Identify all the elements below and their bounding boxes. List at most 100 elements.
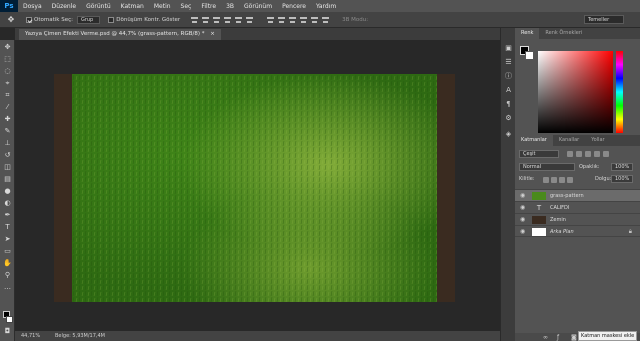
- lock-transparent-icon[interactable]: [543, 177, 549, 183]
- layer-arka-plan[interactable]: ◉ Arka Plan 🔒︎: [515, 225, 640, 237]
- healing-brush-tool-icon[interactable]: ✚: [2, 115, 13, 124]
- background-color-swatch[interactable]: [6, 316, 13, 323]
- soil-strip-left: [54, 74, 72, 302]
- opacity-input[interactable]: 100%: [611, 163, 633, 171]
- distribute-left-icon[interactable]: [299, 16, 308, 24]
- menu-3b[interactable]: 3B: [221, 3, 239, 10]
- move-tool-icon[interactable]: ✥: [4, 15, 18, 25]
- document-info[interactable]: Belge: 5,93M/17,4M: [49, 333, 105, 339]
- rectangle-tool-icon[interactable]: ▭: [2, 247, 13, 256]
- eyedropper-tool-icon[interactable]: ⁄: [2, 103, 13, 112]
- align-top-icon[interactable]: [190, 16, 199, 24]
- move-tool-icon[interactable]: ✥: [2, 43, 13, 52]
- layers-panel: Katmanlar Kanallar Yollar Çeşit Normal O…: [515, 135, 640, 341]
- brush-tool-icon[interactable]: ✎: [2, 127, 13, 136]
- dodge-tool-icon[interactable]: ◐: [2, 199, 13, 208]
- hue-slider[interactable]: [616, 51, 623, 133]
- menu-dosya[interactable]: Dosya: [18, 3, 47, 10]
- menu-yardim[interactable]: Yardım: [311, 3, 341, 10]
- filter-adjustment-icon[interactable]: [576, 151, 582, 157]
- link-layers-icon[interactable]: ∞: [543, 334, 548, 341]
- quick-select-tool-icon[interactable]: ⌖: [2, 79, 13, 88]
- path-select-tool-icon[interactable]: ➤: [2, 235, 13, 244]
- character-icon[interactable]: A: [504, 86, 513, 94]
- zoom-tool-icon[interactable]: ⚲: [2, 271, 13, 280]
- eraser-tool-icon[interactable]: ◫: [2, 163, 13, 172]
- distribute-vcenter-icon[interactable]: [277, 16, 286, 24]
- lock-position-icon[interactable]: [559, 177, 565, 183]
- pen-tool-icon[interactable]: ✒: [2, 211, 13, 220]
- filter-pixel-icon[interactable]: [567, 151, 573, 157]
- menu-gorunum[interactable]: Görünüm: [239, 3, 277, 10]
- canvas-area[interactable]: [15, 40, 500, 331]
- layer-grass-pattern[interactable]: ◉ grass-pattern: [515, 189, 640, 201]
- lock-icon: 🔒︎: [628, 228, 632, 235]
- align-right-icon[interactable]: [245, 16, 254, 24]
- document-image[interactable]: [54, 74, 455, 302]
- align-buttons: [190, 16, 256, 24]
- filter-smart-object-icon[interactable]: [603, 151, 609, 157]
- zoom-level[interactable]: 44,71%: [15, 333, 49, 339]
- marquee-tool-icon[interactable]: ⬚: [2, 55, 13, 64]
- close-icon[interactable]: ×: [210, 31, 215, 37]
- distribute-right-icon[interactable]: [321, 16, 330, 24]
- menu-pencere[interactable]: Pencere: [277, 3, 311, 10]
- color-background-swatch[interactable]: [525, 51, 534, 60]
- workspace-dropdown[interactable]: Temeller: [584, 15, 624, 24]
- add-mask-icon[interactable]: ◙: [571, 334, 577, 341]
- document-tab[interactable]: Yazıya Çimen Efekti Verme.psd @ 44,7% (g…: [19, 29, 221, 40]
- info-icon[interactable]: ⓘ: [504, 72, 513, 80]
- status-bar: 44,71% Belge: 5,93M/17,4M: [15, 331, 500, 341]
- tab-kanallar[interactable]: Kanallar: [553, 135, 585, 146]
- type-tool-icon[interactable]: T: [2, 223, 13, 232]
- align-left-icon[interactable]: [223, 16, 232, 24]
- tab-renk[interactable]: Renk: [515, 28, 540, 39]
- layer-califdi[interactable]: ◉ T CALIFDI: [515, 201, 640, 213]
- menu-filtre[interactable]: Filtre: [196, 3, 221, 10]
- distribute-top-icon[interactable]: [266, 16, 275, 24]
- layer-style-icon[interactable]: ƒ: [557, 334, 559, 341]
- filter-shape-icon[interactable]: [594, 151, 600, 157]
- layer-filter-dropdown[interactable]: Çeşit: [519, 150, 559, 158]
- eye-icon[interactable]: ◉: [520, 226, 525, 238]
- color-panel-tabs: Renk Renk Örnekleri: [515, 28, 640, 39]
- layers-panel-tabs: Katmanlar Kanallar Yollar: [515, 135, 640, 146]
- lasso-tool-icon[interactable]: ◌: [2, 67, 13, 76]
- lock-pixels-icon[interactable]: [551, 177, 557, 183]
- filter-type-icon[interactable]: [585, 151, 591, 157]
- align-hcenter-icon[interactable]: [234, 16, 243, 24]
- blend-mode-dropdown[interactable]: Normal: [519, 163, 575, 171]
- align-bottom-icon[interactable]: [212, 16, 221, 24]
- crop-tool-icon[interactable]: ⌗: [2, 91, 13, 100]
- menu-sec[interactable]: Seç: [176, 3, 197, 10]
- menu-goruntu[interactable]: Görüntü: [81, 3, 116, 10]
- tab-katmanlar[interactable]: Katmanlar: [515, 135, 553, 146]
- quick-mask-icon[interactable]: ◘: [2, 327, 13, 336]
- layer-zemin[interactable]: ◉ Zemin: [515, 213, 640, 225]
- transform-controls-checkbox[interactable]: [108, 16, 115, 23]
- clone-stamp-tool-icon[interactable]: ⊥: [2, 139, 13, 148]
- align-vcenter-icon[interactable]: [201, 16, 210, 24]
- tab-yollar[interactable]: Yollar: [585, 135, 610, 146]
- properties-icon[interactable]: ☰: [504, 58, 513, 66]
- hand-tool-icon[interactable]: ✋: [2, 259, 13, 268]
- distribute-hcenter-icon[interactable]: [310, 16, 319, 24]
- auto-select-checkbox[interactable]: [26, 16, 32, 23]
- color-spectrum[interactable]: [538, 51, 613, 133]
- menu-duzenle[interactable]: Düzenle: [47, 3, 81, 10]
- tab-renk-ornekleri[interactable]: Renk Örnekleri: [539, 28, 588, 39]
- paragraph-icon[interactable]: ¶: [504, 100, 513, 108]
- gradient-tool-icon[interactable]: ▤: [2, 175, 13, 184]
- history-icon[interactable]: ▣: [504, 44, 513, 52]
- distribute-bottom-icon[interactable]: [288, 16, 297, 24]
- tool-presets-icon[interactable]: ⚙: [504, 114, 513, 122]
- blur-tool-icon[interactable]: ●: [2, 187, 13, 196]
- lock-all-icon[interactable]: [567, 177, 573, 183]
- fill-input[interactable]: 100%: [611, 175, 633, 183]
- menu-katman[interactable]: Katman: [116, 3, 149, 10]
- history-brush-tool-icon[interactable]: ↺: [2, 151, 13, 160]
- more-tools-icon[interactable]: …: [2, 283, 13, 292]
- menu-metin[interactable]: Metin: [149, 3, 176, 10]
- 3d-icon[interactable]: ◈: [504, 130, 513, 138]
- auto-select-dropdown[interactable]: Grup: [76, 15, 101, 24]
